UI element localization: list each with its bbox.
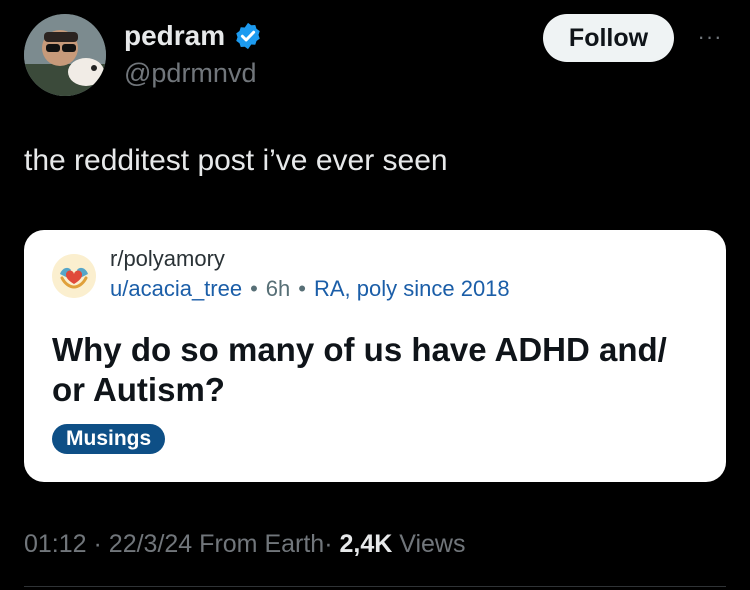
meta-separator: • — [298, 276, 306, 301]
tweet-text: the redditest post i’ve ever seen — [24, 144, 448, 177]
tweet-date[interactable]: 22/3/24 — [109, 530, 192, 558]
post-age: 6h — [265, 276, 291, 301]
meta-separator: · — [324, 530, 333, 558]
post-username[interactable]: u/acacia_tree — [110, 276, 242, 302]
hands-heart-icon — [52, 254, 96, 298]
divider — [24, 586, 726, 587]
verified-badge-icon — [236, 22, 260, 50]
avatar-image — [24, 14, 106, 96]
meta-separator: · — [93, 530, 102, 558]
post-title[interactable]: Why do so many of us have ADHD and/ or A… — [52, 330, 692, 410]
subreddit-name[interactable]: r/polyamory — [110, 246, 225, 272]
views-count[interactable]: 2,4K — [339, 530, 392, 558]
follow-button[interactable]: Follow — [543, 14, 674, 62]
views-label: Views — [399, 530, 466, 558]
more-options-icon[interactable]: ··· — [690, 22, 730, 52]
reddit-post-card[interactable]: r/polyamory u/acacia_tree • 6h • RA, pol… — [24, 230, 726, 482]
tweet-source: From Earth — [199, 530, 325, 558]
post-flair-badge[interactable]: Musings — [52, 424, 166, 454]
tweet-time[interactable]: 01:12 — [24, 530, 87, 558]
user-flair: RA, poly since 2018 — [313, 276, 510, 301]
author-handle[interactable]: @pdrmnvd — [124, 58, 256, 89]
author-display-name[interactable]: pedram — [124, 20, 225, 52]
tweet-meta: 01:12 · 22/3/24 From Earth· 2,4K Views — [24, 530, 466, 559]
meta-separator: • — [250, 276, 258, 301]
avatar[interactable] — [24, 14, 106, 96]
author-name-row[interactable]: pedram — [124, 20, 263, 52]
subreddit-icon — [52, 254, 96, 298]
post-meta: u/acacia_tree • 6h • RA, poly since 2018 — [110, 276, 510, 302]
